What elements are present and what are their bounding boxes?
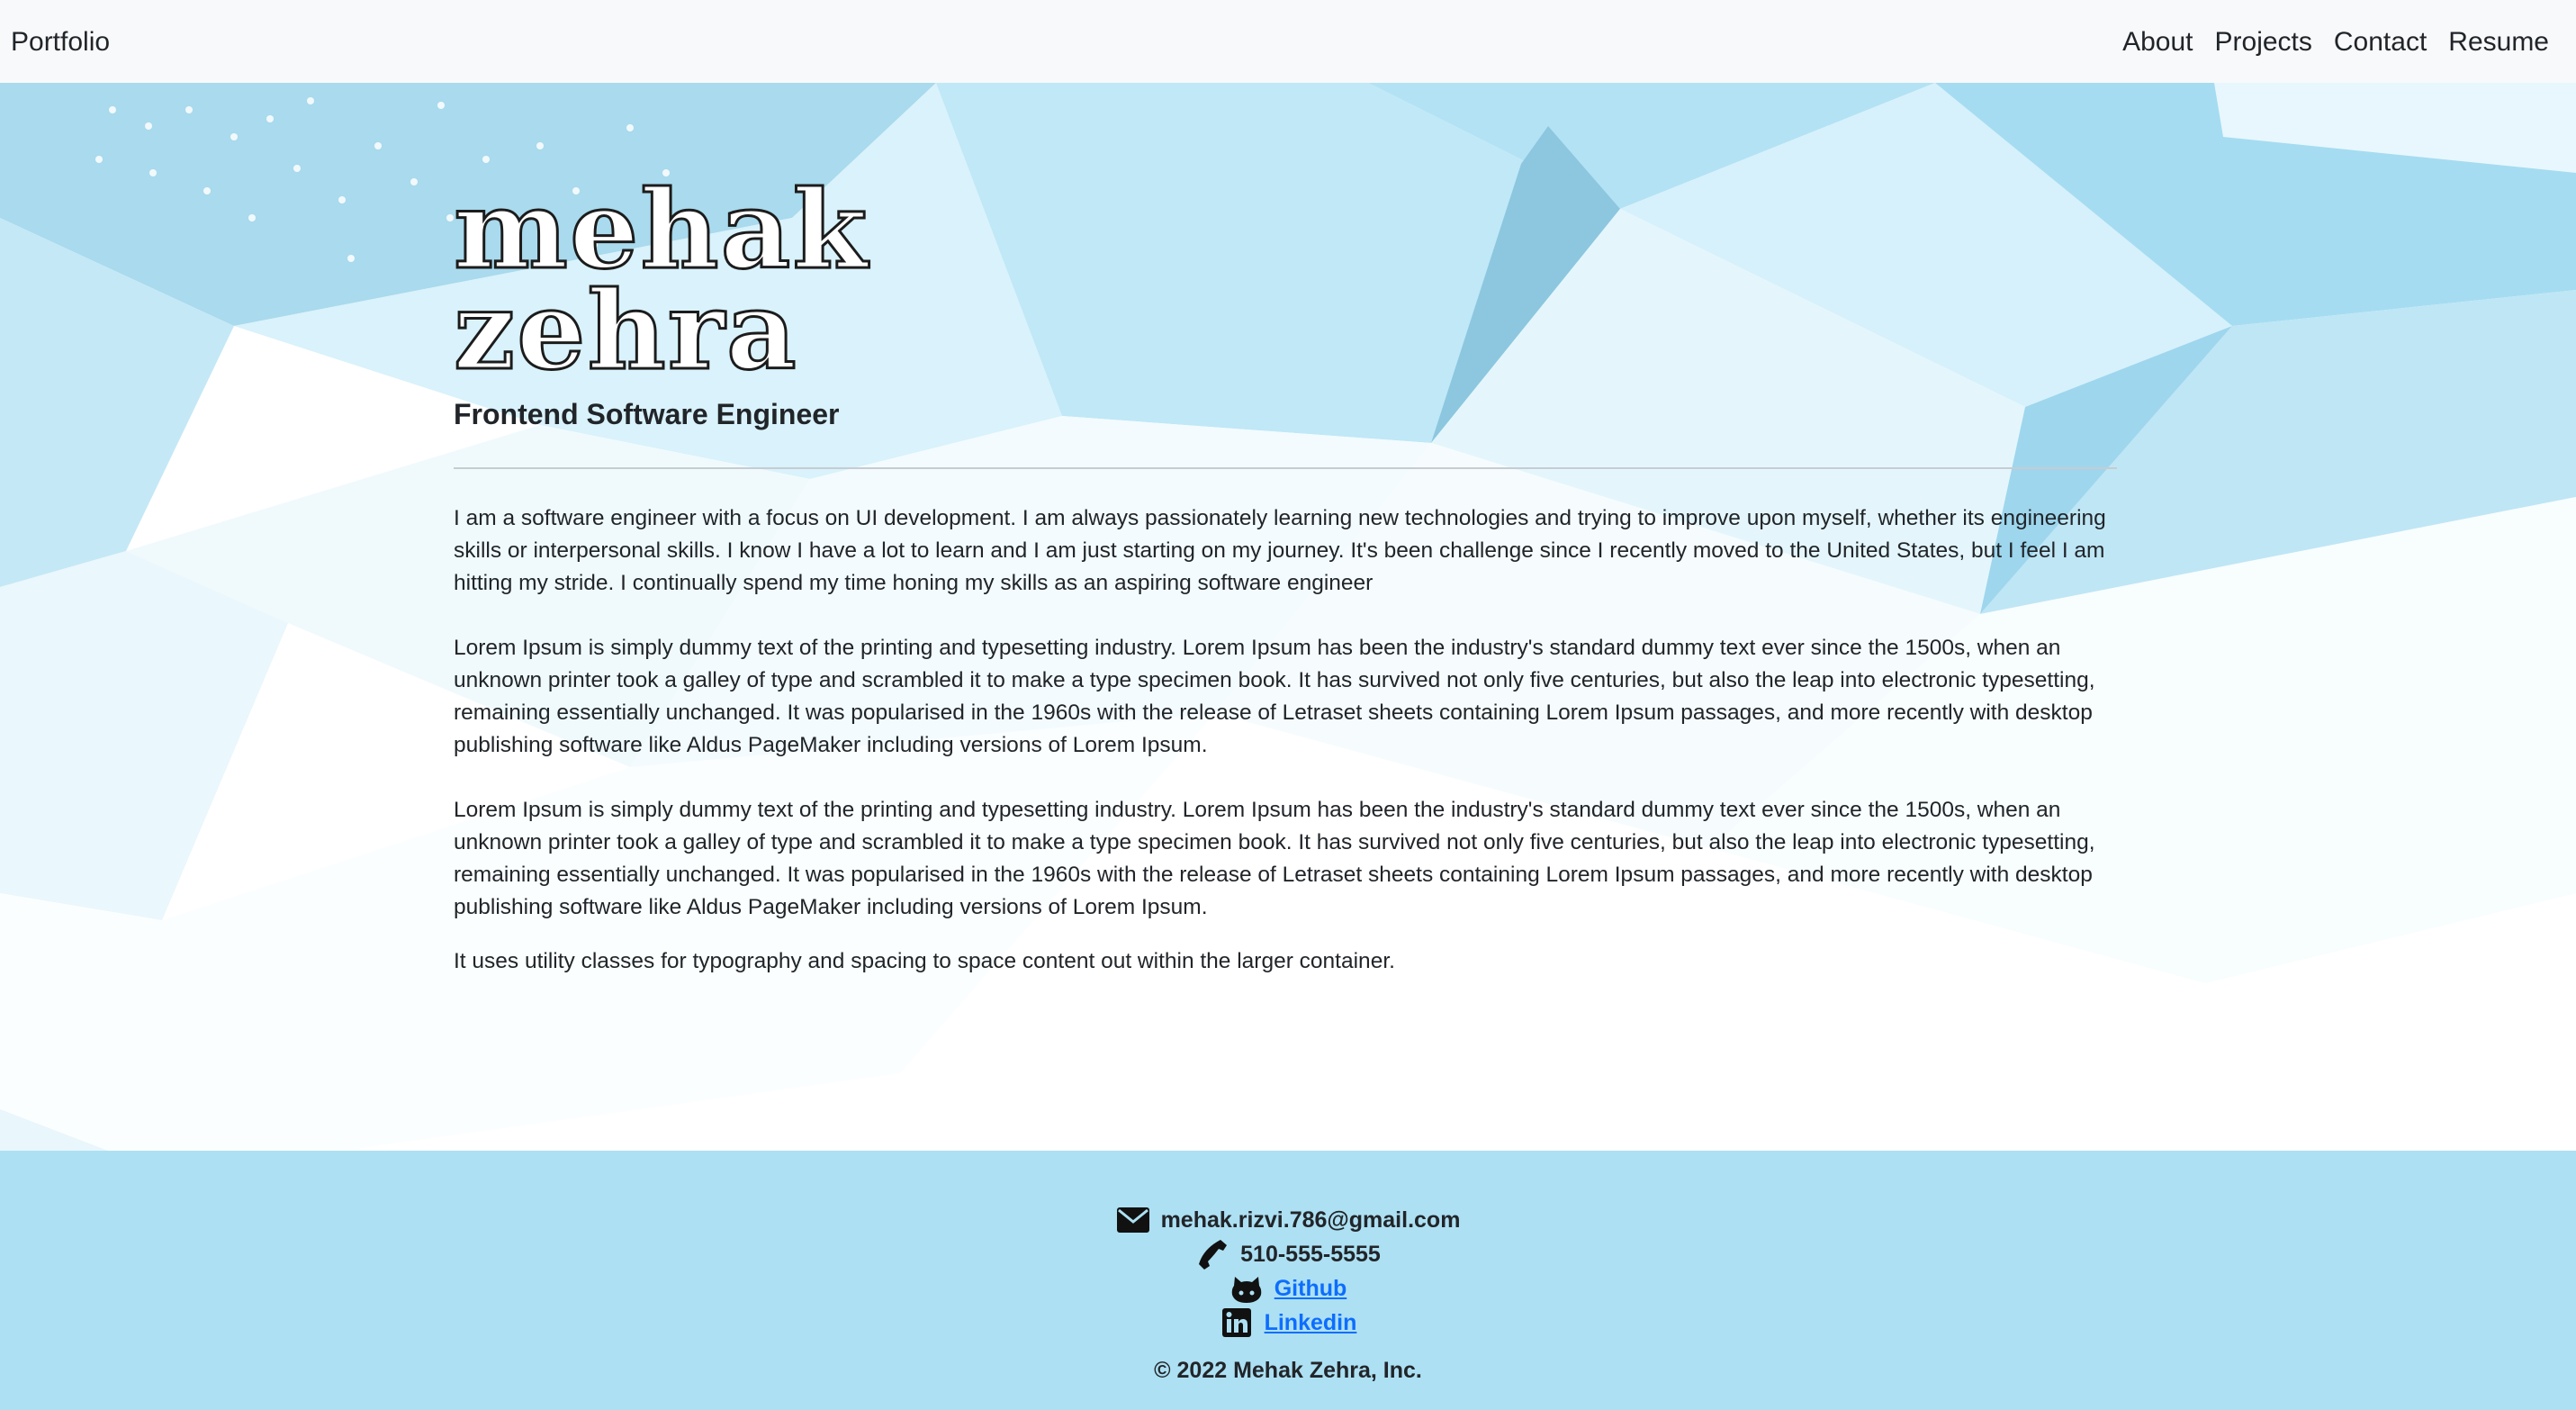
footer: mehak.rizvi.786@gmail.com 510-555-5555 G… (0, 1151, 2576, 1410)
linkedin-icon (1220, 1306, 1254, 1340)
divider (454, 467, 2117, 469)
lorem-paragraph-1: Lorem Ipsum is simply dummy text of the … (454, 636, 2095, 757)
email-text: mehak.rizvi.786@gmail.com (1160, 1207, 1461, 1233)
email-row: mehak.rizvi.786@gmail.com (0, 1203, 2576, 1237)
name-line-first: mehak (452, 167, 869, 294)
nav-about[interactable]: About (2122, 26, 2193, 59)
copyright: © 2022 Mehak Zehra, Inc. (1154, 1358, 1422, 1383)
nav-projects[interactable]: Projects (2215, 26, 2312, 59)
lorem-paragraph-2: Lorem Ipsum is simply dummy text of the … (454, 798, 2095, 919)
job-title: Frontend Software Engineer (454, 398, 840, 430)
envelope-icon (1116, 1203, 1150, 1237)
about-paragraph: I am a software engineer with a focus on… (454, 506, 2106, 595)
linkedin-link[interactable]: Linkedin (1265, 1310, 1357, 1336)
linkedin-row: Linkedin (0, 1306, 2576, 1340)
polygon-background (0, 83, 2576, 1151)
github-icon (1229, 1271, 1264, 1306)
phone-text: 510-555-5555 (1240, 1241, 1381, 1267)
name-logo: mehak zehra (452, 167, 869, 394)
utility-paragraph: It uses utility classes for typography a… (454, 949, 1395, 973)
brand-link[interactable]: Portfolio (11, 26, 110, 59)
navbar: Portfolio About Projects Contact Resume (0, 0, 2576, 83)
phone-row: 510-555-5555 (0, 1237, 2576, 1271)
hero-section: mehak zehra Frontend Software Engineer I… (0, 83, 2576, 1151)
github-link[interactable]: Github (1274, 1276, 1347, 1302)
nav-contact[interactable]: Contact (2334, 26, 2427, 59)
nav-links: About Projects Contact Resume (2122, 26, 2549, 59)
phone-icon (1195, 1237, 1229, 1271)
nav-resume[interactable]: Resume (2448, 26, 2549, 59)
name-line-last: zehra (452, 267, 798, 394)
github-row: Github (0, 1271, 2576, 1306)
